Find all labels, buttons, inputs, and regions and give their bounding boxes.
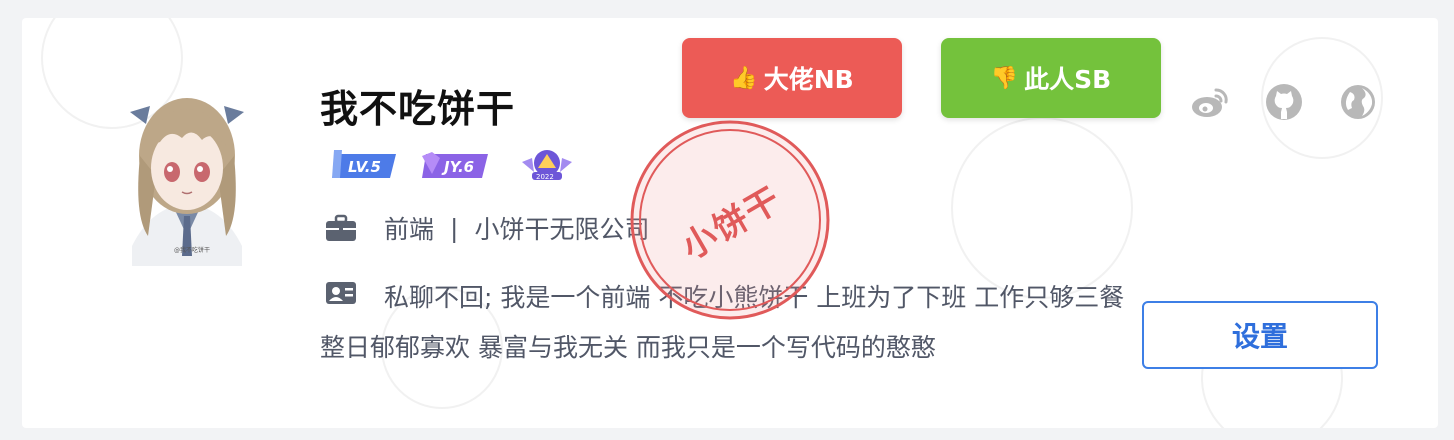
thumbs-up-icon: 👍: [730, 65, 758, 91]
dislike-button[interactable]: 👎 此人SB: [941, 38, 1161, 118]
settings-button[interactable]: 设置: [1142, 301, 1378, 369]
like-button-label: 大佬NB: [763, 65, 854, 94]
github-icon[interactable]: [1264, 82, 1304, 122]
job-separator: |: [450, 213, 459, 243]
avatar-signature: @我不吃饼干: [174, 246, 210, 254]
job-title: 前端: [384, 215, 435, 244]
profile-card: @我不吃饼干 我不吃饼干 LV.5 JY.6 2022 前端 | 小饼干无限公司…: [22, 18, 1438, 428]
user-name: 我不吃饼干: [320, 87, 516, 131]
jy-badge[interactable]: JY.6: [420, 148, 490, 182]
website-icon[interactable]: [1338, 82, 1378, 122]
briefcase-icon: [326, 214, 356, 241]
company-name: 小饼干无限公司: [474, 215, 650, 244]
level-badge[interactable]: LV.5: [330, 148, 398, 182]
dislike-button-label: 此人SB: [1024, 65, 1112, 94]
user-bio: 私聊不回; 我是一个前端 不吃小熊饼干 上班为了下班 工作只够三餐 整日郁郁寡欢…: [320, 283, 1125, 362]
weibo-icon[interactable]: [1190, 82, 1230, 122]
thumbs-down-icon: 👎: [990, 65, 1019, 91]
job-info: 前端 | 小饼干无限公司: [324, 210, 649, 246]
year-badge-text: 2022: [536, 173, 554, 181]
level-badge-text: LV.5: [348, 158, 381, 176]
like-button[interactable]: 👍 大佬NB: [682, 38, 902, 118]
year-badge[interactable]: 2022: [520, 148, 574, 182]
jy-badge-text: JY.6: [441, 158, 474, 176]
avatar[interactable]: @我不吃饼干: [112, 76, 262, 266]
